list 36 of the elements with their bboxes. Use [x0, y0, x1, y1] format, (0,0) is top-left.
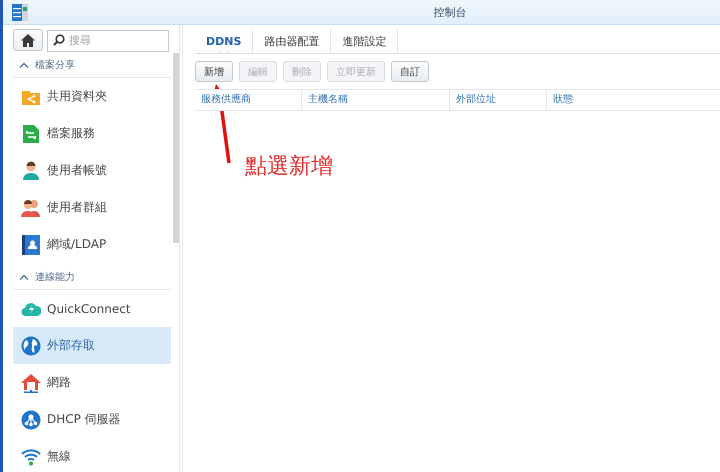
users-icon: [21, 198, 41, 218]
window-title: 控制台: [434, 4, 466, 20]
sidebar-item[interactable]: DHCP 伺服器: [13, 401, 171, 438]
sidebar-item[interactable]: QuickConnect: [13, 290, 171, 327]
user-icon: [21, 160, 41, 180]
search-field[interactable]: 搜尋: [47, 30, 169, 52]
contact-card-icon: [22, 234, 40, 254]
home-button[interactable]: [13, 29, 43, 51]
annotation-text: 點選新增: [245, 153, 333, 181]
sidebar-item[interactable]: 共用資料夾: [13, 78, 171, 115]
sidebar-item[interactable]: 網域/LDAP: [13, 226, 171, 263]
wifi-icon: [21, 448, 41, 466]
column-header[interactable]: 服務供應商: [195, 90, 302, 110]
house-icon: [21, 372, 41, 392]
control-panel-icon: [12, 4, 28, 20]
toolbar-button[interactable]: 自訂: [391, 61, 429, 82]
section-header[interactable]: 連線能力: [13, 265, 171, 290]
tab[interactable]: 進階設定: [331, 29, 398, 53]
search-icon: [53, 34, 65, 46]
network-icon: [21, 410, 41, 430]
sidebar-item[interactable]: 檔案服務: [13, 115, 171, 152]
home-icon: [21, 34, 35, 46]
globe-icon: [21, 336, 41, 356]
document-icon: [22, 124, 40, 144]
column-header[interactable]: 狀態: [547, 90, 720, 110]
sidebar-item[interactable]: 外部存取: [13, 327, 171, 364]
tab[interactable]: 路由器配置: [253, 29, 332, 53]
scrollbar[interactable]: [173, 53, 179, 243]
toolbar-button[interactable]: 新增: [195, 61, 233, 82]
sidebar-item[interactable]: 使用者群組: [13, 189, 171, 226]
section-header[interactable]: 檔案分享: [13, 53, 171, 78]
column-header[interactable]: 外部位址: [450, 90, 547, 110]
sidebar-item[interactable]: 使用者帳號: [13, 152, 171, 189]
column-header[interactable]: 主機名稱: [302, 90, 450, 110]
sidebar-item[interactable]: 網路: [13, 364, 171, 401]
sidebar-item[interactable]: 無線: [13, 438, 171, 472]
